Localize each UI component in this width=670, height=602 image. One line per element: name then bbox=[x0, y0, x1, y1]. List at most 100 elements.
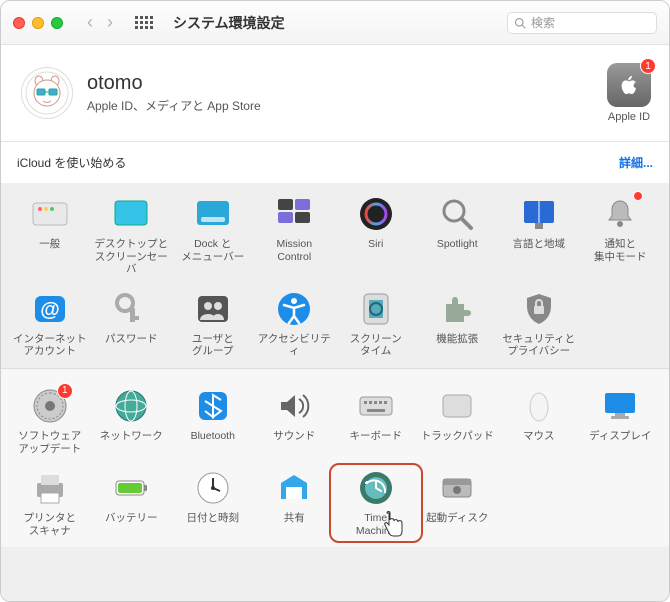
datetime-icon bbox=[194, 469, 232, 507]
software-badge: 1 bbox=[57, 383, 73, 399]
pref-sound[interactable]: サウンド bbox=[254, 387, 336, 455]
nav-arrows: ‹ › bbox=[87, 12, 113, 33]
pref-notifications[interactable]: 通知と 集中モード bbox=[580, 195, 662, 276]
extensions-icon bbox=[438, 290, 476, 328]
pref-accessibility[interactable]: アクセシビリティ bbox=[254, 290, 336, 358]
pref-displays[interactable]: ディスプレイ bbox=[580, 387, 662, 455]
screentime-icon bbox=[357, 290, 395, 328]
apple-id-badge: 1 bbox=[640, 58, 656, 74]
account-section: otomo Apple ID、メディアと App Store 1 Apple I… bbox=[1, 45, 669, 142]
keyboard-icon bbox=[357, 387, 395, 425]
pref-extensions[interactable]: 機能拡張 bbox=[417, 290, 499, 358]
passwords-icon bbox=[112, 290, 150, 328]
general-icon bbox=[31, 195, 69, 233]
pref-grid-bottom: 1 ソフトウェア アップデート ネットワーク Bluetooth サウンド キーボード トラ… bbox=[1, 368, 669, 547]
show-all-icon[interactable] bbox=[135, 16, 153, 29]
trackpad-icon bbox=[438, 387, 476, 425]
close-button[interactable] bbox=[13, 17, 25, 29]
pref-software[interactable]: 1 ソフトウェア アップデート bbox=[9, 387, 91, 455]
pref-grid-top: 一般デスクトップと スクリーンセーバDock と メニューバー Mission C… bbox=[1, 183, 669, 368]
passwords-label: パスワード bbox=[105, 333, 158, 346]
mouse-icon bbox=[520, 387, 558, 425]
pref-bluetooth[interactable]: Bluetooth bbox=[172, 387, 254, 455]
security-label: セキュリティと プライバシー bbox=[502, 333, 575, 358]
accessibility-label: アクセシビリティ bbox=[257, 333, 331, 358]
internet-icon: @ bbox=[31, 290, 69, 328]
pref-general[interactable]: 一般 bbox=[9, 195, 91, 276]
spotlight-icon bbox=[438, 195, 476, 233]
siri-icon bbox=[357, 195, 395, 233]
timemachine-label: Time Machine bbox=[356, 512, 396, 537]
minimize-button[interactable] bbox=[32, 17, 44, 29]
pref-mouse[interactable]: マウス bbox=[498, 387, 580, 455]
printers-label: プリンタと スキャナ bbox=[24, 512, 77, 537]
pref-network[interactable]: ネットワーク bbox=[91, 387, 173, 455]
mission-icon bbox=[275, 195, 313, 233]
notifications-icon bbox=[601, 195, 639, 233]
search-icon bbox=[514, 17, 526, 29]
pref-users[interactable]: ユーザと グループ bbox=[172, 290, 254, 358]
apple-id-button[interactable]: 1 Apple ID bbox=[607, 63, 651, 123]
icloud-label: iCloud を使い始める bbox=[17, 154, 126, 171]
extensions-label: 機能拡張 bbox=[436, 333, 478, 346]
mouse-label: マウス bbox=[523, 430, 555, 443]
bluetooth-label: Bluetooth bbox=[191, 430, 235, 443]
sharing-icon bbox=[275, 469, 313, 507]
mission-label: Mission Control bbox=[276, 238, 312, 263]
software-icon: 1 bbox=[31, 387, 69, 425]
pref-sharing[interactable]: 共有 bbox=[254, 469, 336, 537]
bluetooth-icon bbox=[194, 387, 232, 425]
displays-icon bbox=[601, 387, 639, 425]
pref-screentime[interactable]: スクリーン タイム bbox=[335, 290, 417, 358]
printers-icon bbox=[31, 469, 69, 507]
back-button[interactable]: ‹ bbox=[87, 12, 93, 33]
pref-trackpad[interactable]: トラックパッド bbox=[417, 387, 499, 455]
titlebar: ‹ › システム環境設定 検索 bbox=[1, 1, 669, 45]
users-label: ユーザと グループ bbox=[192, 333, 234, 358]
desktop-label: デスクトップと スクリーンセーバ bbox=[94, 238, 168, 276]
pref-panels: 一般デスクトップと スクリーンセーバDock と メニューバー Mission C… bbox=[1, 183, 669, 601]
network-label: ネットワーク bbox=[100, 430, 163, 443]
account-name: otomo bbox=[87, 72, 261, 95]
notifications-badge bbox=[633, 191, 643, 201]
spotlight-label: Spotlight bbox=[437, 238, 478, 251]
pref-language[interactable]: 言語と地域 bbox=[498, 195, 580, 276]
pref-security[interactable]: セキュリティと プライバシー bbox=[498, 290, 580, 358]
accessibility-icon bbox=[275, 290, 313, 328]
pref-startup[interactable]: 起動ディスク bbox=[417, 469, 499, 537]
pref-battery[interactable]: バッテリー bbox=[91, 469, 173, 537]
startup-icon bbox=[438, 469, 476, 507]
pref-printers[interactable]: プリンタと スキャナ bbox=[9, 469, 91, 537]
icloud-details-link[interactable]: 詳細... bbox=[619, 154, 653, 171]
pref-timemachine[interactable]: Time Machine bbox=[335, 469, 417, 537]
pref-dock[interactable]: Dock と メニューバー bbox=[172, 195, 254, 276]
pref-spotlight[interactable]: Spotlight bbox=[417, 195, 499, 276]
users-icon bbox=[194, 290, 232, 328]
icloud-bar: iCloud を使い始める 詳細... bbox=[1, 142, 669, 183]
pref-siri[interactable]: Siri bbox=[335, 195, 417, 276]
notifications-label: 通知と 集中モード bbox=[594, 238, 647, 263]
pref-keyboard[interactable]: キーボード bbox=[335, 387, 417, 455]
pref-datetime[interactable]: 日付と時刻 bbox=[172, 469, 254, 537]
avatar[interactable] bbox=[21, 67, 73, 119]
siri-label: Siri bbox=[368, 238, 383, 251]
displays-label: ディスプレイ bbox=[589, 430, 651, 443]
search-placeholder: 検索 bbox=[531, 14, 555, 31]
software-label: ソフトウェア アップデート bbox=[18, 430, 81, 455]
forward-button[interactable]: › bbox=[107, 12, 113, 33]
sharing-label: 共有 bbox=[284, 512, 305, 525]
pref-passwords[interactable]: パスワード bbox=[91, 290, 173, 358]
account-subtitle: Apple ID、メディアと App Store bbox=[87, 97, 261, 114]
keyboard-label: キーボード bbox=[350, 430, 403, 443]
sound-icon bbox=[275, 387, 313, 425]
sound-label: サウンド bbox=[273, 430, 315, 443]
pref-mission[interactable]: Mission Control bbox=[254, 195, 336, 276]
system-preferences-window: ‹ › システム環境設定 検索 otomo App bbox=[0, 0, 670, 602]
zoom-button[interactable] bbox=[51, 17, 63, 29]
battery-label: バッテリー bbox=[105, 512, 158, 525]
search-field[interactable]: 検索 bbox=[507, 12, 657, 34]
timemachine-icon bbox=[357, 469, 395, 507]
pref-internet[interactable]: @インターネット アカウント bbox=[9, 290, 91, 358]
pref-desktop[interactable]: デスクトップと スクリーンセーバ bbox=[91, 195, 173, 276]
account-text: otomo Apple ID、メディアと App Store bbox=[87, 72, 261, 114]
